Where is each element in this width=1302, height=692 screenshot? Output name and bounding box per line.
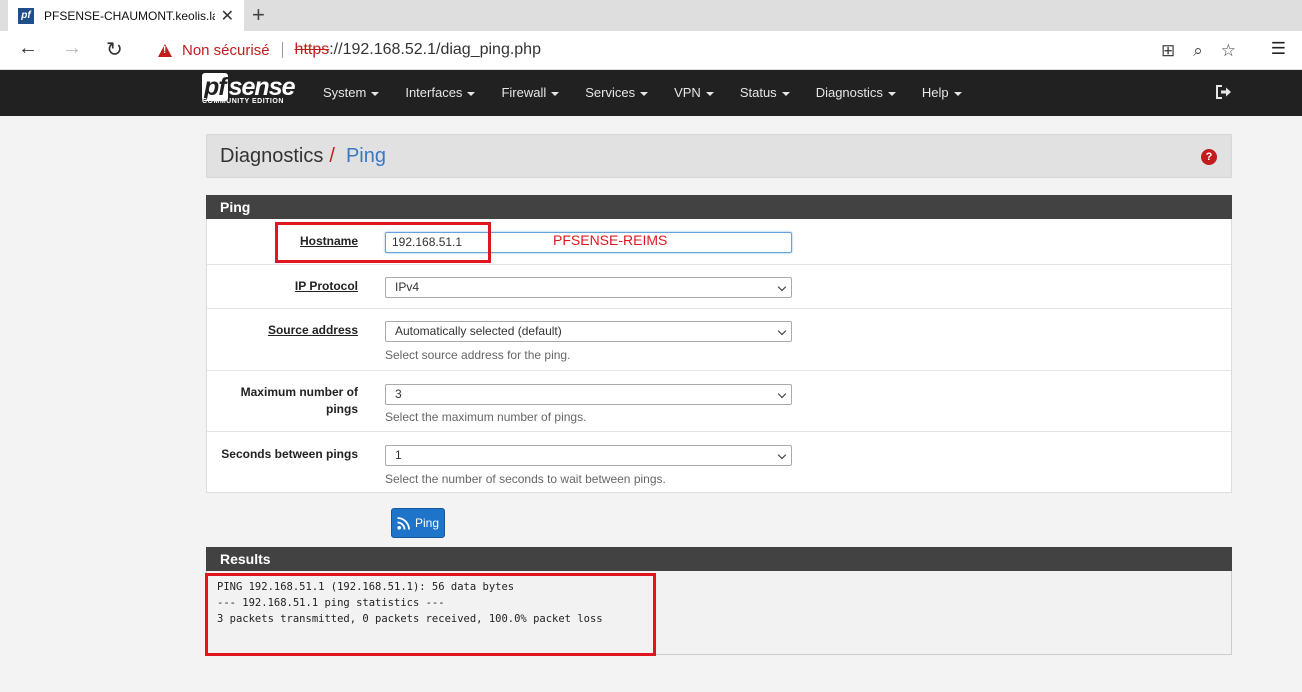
- menu-interfaces[interactable]: Interfaces: [392, 70, 488, 116]
- logo-subtitle: COMMUNITY EDITION: [202, 98, 284, 105]
- max-pings-row: Maximum number of pings 3 Select the max…: [207, 370, 1231, 431]
- menu-label: VPN: [674, 85, 701, 100]
- zoom-icon[interactable]: ⌕: [1193, 41, 1203, 61]
- browser-tab[interactable]: pf PFSENSE-CHAUMONT.keolis.lan ✕: [8, 0, 244, 31]
- pfsense-favicon-icon: pf: [18, 7, 34, 24]
- menu-firewall[interactable]: Firewall: [488, 70, 572, 116]
- ip-protocol-select[interactable]: IPv4: [385, 277, 792, 298]
- menu-status[interactable]: Status: [727, 70, 803, 116]
- menu-vpn[interactable]: VPN: [661, 70, 727, 116]
- not-secure-label[interactable]: Non sécurisé: [182, 42, 270, 59]
- address-bar-icons: ⊞ ⌕ ☆: [1161, 41, 1236, 61]
- source-address-row: Source address Automatically selected (d…: [207, 308, 1231, 370]
- caret-down-icon: [781, 91, 790, 96]
- logo-pf: pf: [202, 73, 228, 101]
- caret-down-icon: [953, 91, 962, 96]
- source-address-select[interactable]: Automatically selected (default): [385, 321, 792, 342]
- favorites-list-icon[interactable]: ☰: [1271, 39, 1286, 59]
- main-menu: System Interfaces Firewall Services VPN …: [310, 70, 975, 116]
- menu-diagnostics[interactable]: Diagnostics: [803, 70, 909, 116]
- ping-button[interactable]: Ping: [391, 508, 445, 538]
- pfsense-logo[interactable]: pf sense COMMUNITY EDITION: [202, 73, 296, 105]
- source-address-label: Source address: [267, 323, 358, 337]
- caret-down-icon: [887, 91, 896, 96]
- menu-label: System: [323, 85, 367, 100]
- menu-label: Status: [739, 85, 777, 100]
- favorite-star-icon[interactable]: ☆: [1221, 41, 1236, 61]
- seconds-help: Select the number of seconds to wait bet…: [385, 472, 666, 486]
- menu-label: Services: [585, 85, 636, 100]
- translate-icon[interactable]: ⊞: [1161, 41, 1175, 61]
- source-address-help: Select source address for the ping.: [385, 348, 571, 362]
- menu-label: Help: [921, 85, 949, 100]
- chevron-down-icon: [777, 282, 787, 292]
- breadcrumb-parent[interactable]: Diagnostics: [220, 145, 323, 168]
- menu-system[interactable]: System: [310, 70, 392, 116]
- breadcrumb-current[interactable]: Ping: [346, 145, 386, 168]
- max-pings-select[interactable]: 3: [385, 384, 792, 405]
- ip-protocol-row: IP Protocol IPv4: [207, 264, 1231, 308]
- max-pings-label-line2: pings: [326, 402, 358, 416]
- browser-toolbar: ← → ↻ Non sécurisé https ://192.168.52.1…: [0, 31, 1302, 70]
- breadcrumb: Diagnostics / Ping ?: [206, 134, 1232, 178]
- ping-button-label: Ping: [414, 516, 440, 530]
- address-separator: [281, 42, 283, 58]
- annotation-text: PFSENSE-REIMS: [553, 232, 668, 248]
- seconds-label: Seconds between pings: [221, 447, 358, 461]
- seconds-value: 1: [395, 448, 402, 462]
- back-icon[interactable]: ←: [18, 37, 38, 60]
- source-address-value: Automatically selected (default): [395, 324, 562, 338]
- max-pings-label-line1: Maximum number of: [240, 385, 358, 399]
- refresh-icon[interactable]: ↻: [106, 37, 123, 62]
- ip-protocol-label: IP Protocol: [294, 279, 358, 293]
- address-bar[interactable]: Non sécurisé https ://192.168.52.1/diag_…: [144, 35, 1246, 65]
- caret-down-icon: [640, 91, 649, 96]
- menu-label: Firewall: [501, 85, 547, 100]
- forward-icon[interactable]: →: [62, 37, 82, 60]
- url-text: ://192.168.52.1/diag_ping.php: [329, 41, 541, 58]
- rss-icon: [397, 516, 410, 530]
- menu-label: Interfaces: [405, 85, 463, 100]
- hostname-highlight-box: [275, 222, 491, 263]
- seconds-select[interactable]: 1: [385, 445, 792, 466]
- browser-tab-bar: pf PFSENSE-CHAUMONT.keolis.lan ✕ +: [0, 0, 1302, 31]
- ping-panel-title: Ping: [206, 195, 1232, 219]
- menu-help[interactable]: Help: [909, 70, 975, 116]
- logo-text: sense: [228, 73, 296, 101]
- warning-icon: [158, 43, 172, 57]
- max-pings-label: Maximum number of pings: [241, 384, 358, 418]
- chevron-down-icon: [777, 389, 787, 399]
- close-tab-icon[interactable]: ✕: [221, 6, 234, 26]
- breadcrumb-separator: /: [329, 144, 335, 167]
- results-panel-title: Results: [206, 547, 1232, 571]
- menu-services[interactable]: Services: [572, 70, 661, 116]
- results-highlight-box: [205, 573, 656, 656]
- max-pings-help: Select the maximum number of pings.: [385, 410, 587, 424]
- caret-down-icon: [551, 91, 560, 96]
- caret-down-icon: [467, 91, 476, 96]
- tab-title: PFSENSE-CHAUMONT.keolis.lan: [44, 8, 215, 23]
- caret-down-icon: [705, 91, 714, 96]
- max-pings-value: 3: [395, 387, 402, 401]
- logout-icon[interactable]: [1214, 83, 1232, 101]
- ip-protocol-value: IPv4: [395, 280, 420, 294]
- new-tab-icon[interactable]: +: [252, 2, 265, 28]
- chevron-down-icon: [777, 450, 787, 460]
- chevron-down-icon: [777, 326, 787, 336]
- menu-label: Diagnostics: [815, 85, 883, 100]
- pfsense-navbar: pf sense COMMUNITY EDITION System Interfa…: [0, 70, 1302, 116]
- seconds-row: Seconds between pings 1 Select the numbe…: [207, 431, 1231, 492]
- caret-down-icon: [371, 91, 380, 96]
- help-icon[interactable]: ?: [1201, 149, 1217, 165]
- url-protocol: https: [294, 41, 330, 58]
